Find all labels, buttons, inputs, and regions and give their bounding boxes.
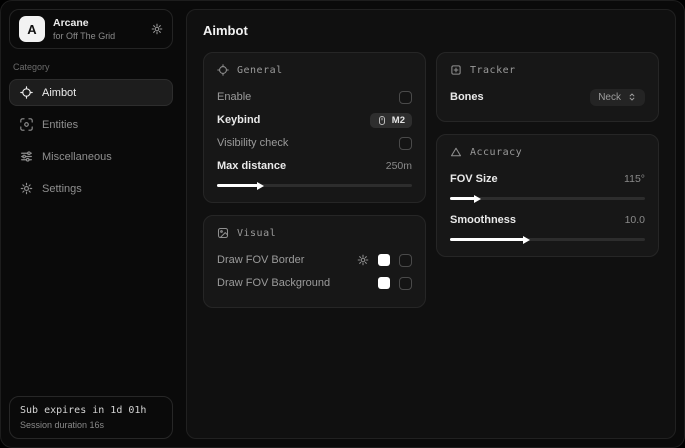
max-distance-value: 250m (386, 160, 412, 172)
draw-fov-border-label: Draw FOV Border (217, 254, 304, 266)
app-title-block: Arcane for Off The Grid (53, 17, 115, 41)
smoothness-slider[interactable] (450, 238, 645, 241)
smoothness-value: 10.0 (625, 214, 645, 226)
card-title-visual: Visual (237, 228, 276, 239)
sub-expires-text: Sub expires in 1d 01h (20, 405, 162, 416)
slider-thumb[interactable] (523, 236, 530, 244)
sidebar-item-label: Entities (42, 119, 78, 131)
category-label: Category (13, 62, 169, 72)
sidebar-item-miscellaneous[interactable]: Miscellaneous (9, 143, 173, 170)
enable-label: Enable (217, 91, 251, 103)
draw-fov-background-checkbox[interactable] (399, 277, 412, 290)
fov-size-label: FOV Size (450, 173, 498, 185)
sidebar-item-label: Miscellaneous (42, 151, 112, 163)
card-title-accuracy: Accuracy (470, 147, 522, 158)
slider-thumb[interactable] (474, 195, 481, 203)
sidebar-item-aimbot[interactable]: Aimbot (9, 79, 173, 106)
app-logo: A (19, 16, 45, 42)
crosshair-icon (217, 64, 229, 76)
app-name: Arcane (53, 17, 115, 29)
max-distance-label: Max distance (217, 160, 286, 172)
card-title-general: General (237, 65, 283, 76)
crosshair-icon (20, 86, 33, 99)
image-icon (217, 227, 229, 239)
draw-fov-border-checkbox[interactable] (399, 254, 412, 267)
fov-background-color-swatch[interactable] (378, 277, 390, 289)
fov-size-value: 115° (624, 173, 645, 185)
app-subtitle: for Off The Grid (53, 31, 115, 41)
bones-selected-value: Neck (598, 92, 621, 103)
gear-icon (20, 182, 33, 195)
smoothness-label: Smoothness (450, 214, 516, 226)
subscription-info: Sub expires in 1d 01h Session duration 1… (9, 396, 173, 439)
chevrons-up-down-icon (627, 92, 637, 102)
slider-thumb[interactable] (257, 182, 264, 190)
mouse-icon (377, 115, 387, 126)
max-distance-slider[interactable] (217, 184, 412, 187)
sidebar-item-label: Aimbot (42, 87, 76, 99)
session-duration-text: Session duration 16s (20, 420, 162, 430)
bones-select[interactable]: Neck (590, 89, 645, 106)
enable-checkbox[interactable] (399, 91, 412, 104)
visual-card: Visual Draw FOV Border Draw F (203, 215, 426, 308)
sliders-icon (20, 150, 33, 163)
keybind-label: Keybind (217, 114, 260, 126)
fov-border-color-swatch[interactable] (378, 254, 390, 266)
gear-icon[interactable] (151, 23, 163, 35)
keybind-value: M2 (392, 115, 405, 126)
angle-icon (450, 146, 462, 158)
sidebar: A Arcane for Off The Grid Category Aimbo… (1, 1, 181, 447)
app-header: A Arcane for Off The Grid (9, 9, 173, 49)
tracker-icon (450, 64, 462, 76)
sidebar-item-settings[interactable]: Settings (9, 175, 173, 202)
accuracy-card: Accuracy FOV Size 115° Smoothness 10.0 (436, 134, 659, 257)
page-title: Aimbot (203, 23, 659, 38)
tracker-card: Tracker Bones Neck (436, 52, 659, 122)
sidebar-item-entities[interactable]: Entities (9, 111, 173, 138)
keybind-button[interactable]: M2 (370, 113, 412, 128)
visibility-check-checkbox[interactable] (399, 137, 412, 150)
scan-eye-icon (20, 118, 33, 131)
card-title-tracker: Tracker (470, 65, 516, 76)
draw-fov-background-label: Draw FOV Background (217, 277, 330, 289)
bones-label: Bones (450, 91, 484, 103)
visibility-check-label: Visibility check (217, 137, 288, 149)
app-window: A Arcane for Off The Grid Category Aimbo… (0, 0, 685, 448)
gear-icon[interactable] (357, 254, 369, 266)
fov-size-slider[interactable] (450, 197, 645, 200)
main-panel: Aimbot General Enable (186, 9, 676, 439)
general-card: General Enable Keybind M2 (203, 52, 426, 203)
sidebar-item-label: Settings (42, 183, 82, 195)
